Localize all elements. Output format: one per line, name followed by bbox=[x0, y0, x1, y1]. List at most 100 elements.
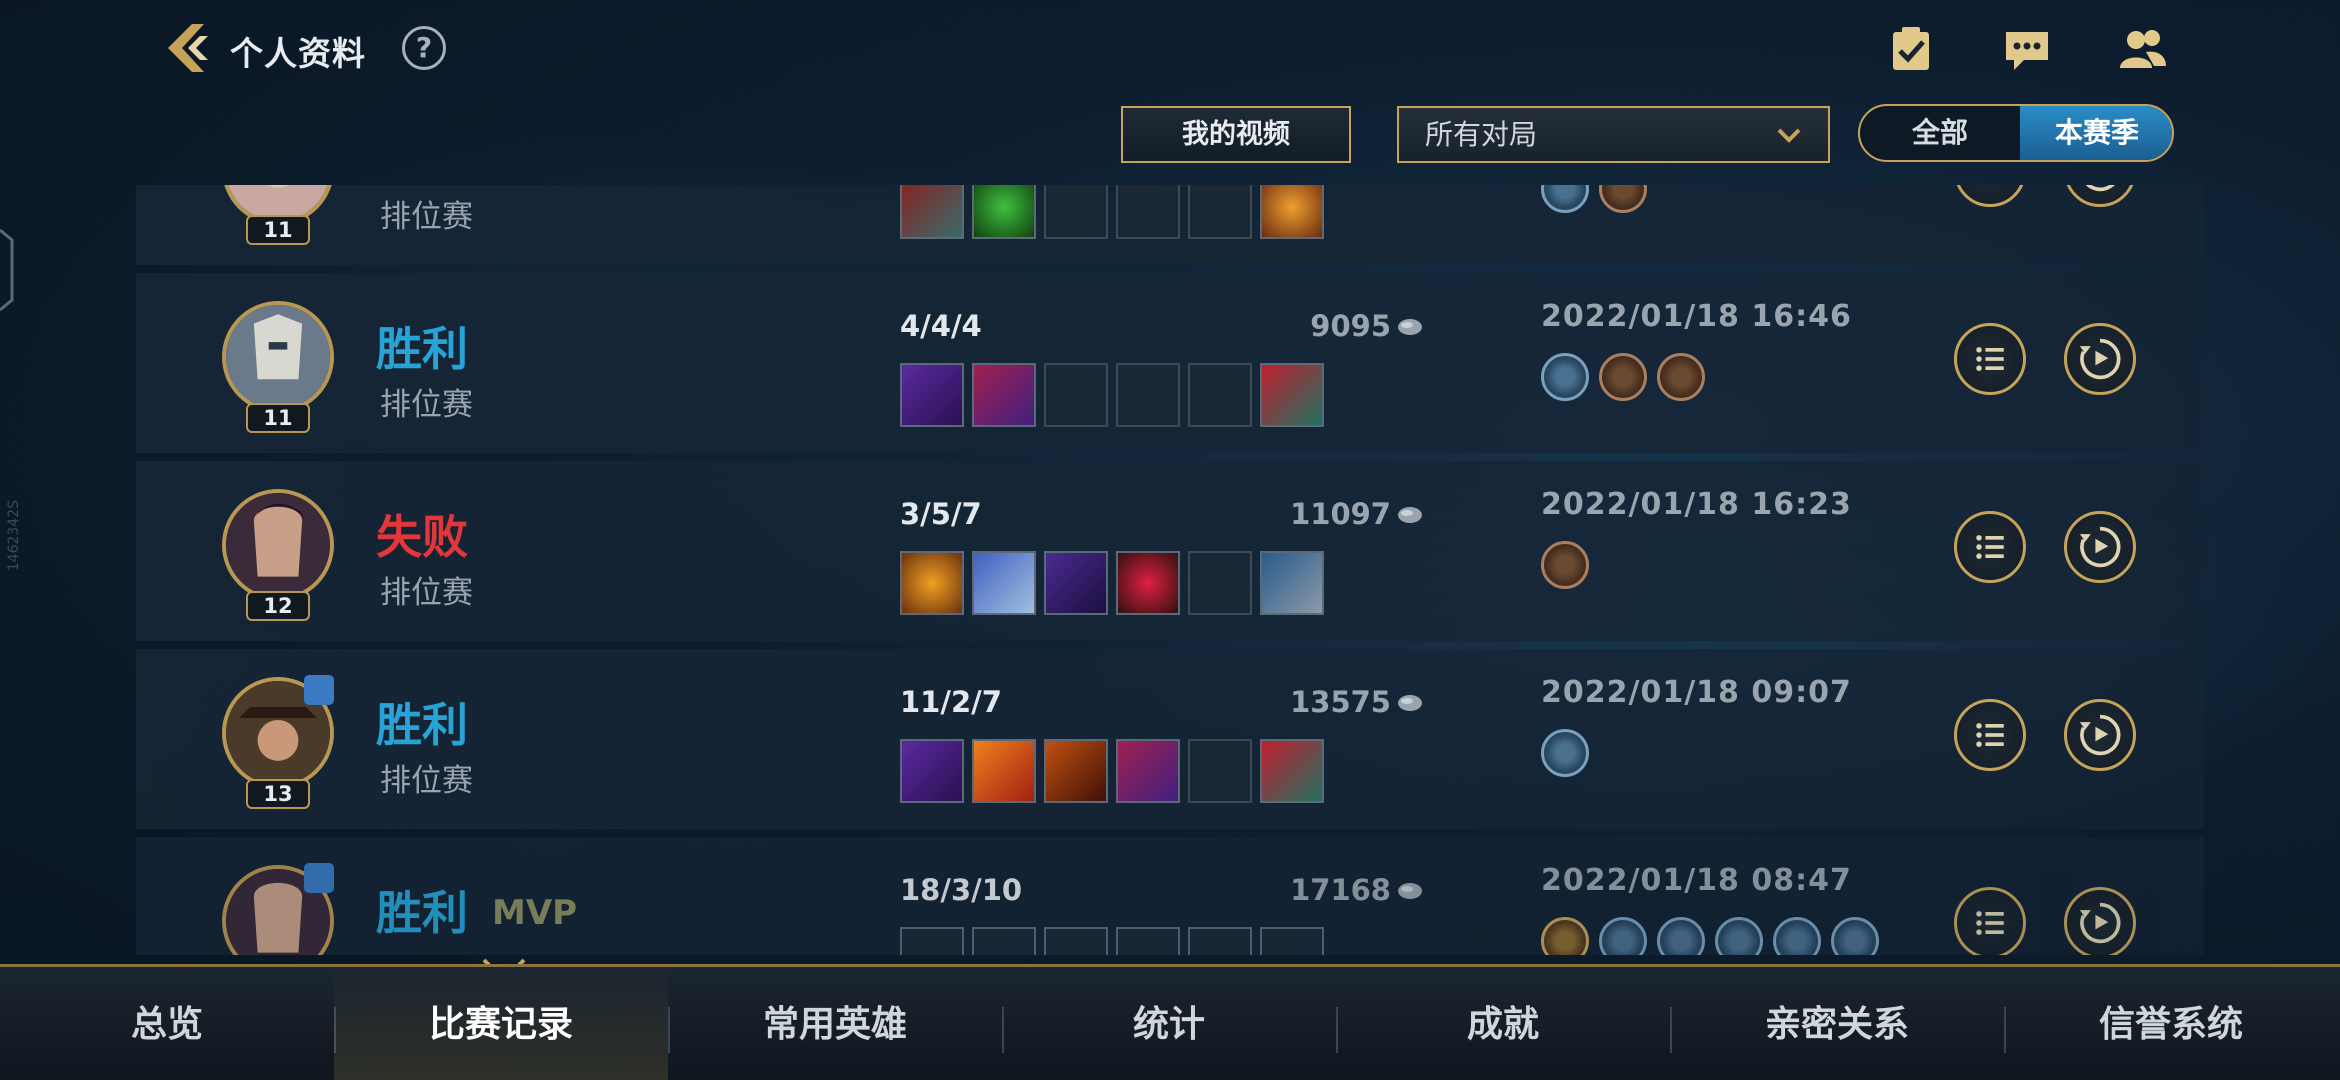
item-slot bbox=[900, 551, 964, 615]
match-detail-list-icon[interactable] bbox=[1954, 699, 2026, 771]
back-arrow-icon[interactable] bbox=[160, 20, 216, 76]
match-row[interactable]: 胜利 MVP 18/3/10 17168 2022/01/18 08:47 bbox=[136, 837, 2204, 955]
chevron-down-icon bbox=[1777, 128, 1801, 143]
match-detail-list-icon[interactable] bbox=[1954, 887, 2026, 955]
item-slot bbox=[1188, 927, 1252, 955]
play-glyph-icon bbox=[2079, 338, 2121, 380]
champion-level: 13 bbox=[246, 779, 310, 809]
item-slot-empty bbox=[1044, 185, 1108, 239]
item-slot bbox=[1116, 551, 1180, 615]
tab-honor-system[interactable]: 信誉系统 bbox=[2004, 967, 2338, 1080]
item-slot bbox=[900, 739, 964, 803]
badge-icon bbox=[1599, 353, 1647, 401]
match-history-list[interactable]: 11 失败 排位赛 11 胜利 排位赛 4/4/4 9095 bbox=[0, 185, 2340, 955]
party-icon bbox=[304, 863, 334, 893]
item-slot bbox=[900, 185, 964, 239]
tab-achievements[interactable]: 成就 bbox=[1336, 967, 1670, 1080]
badge-icon bbox=[1831, 917, 1879, 955]
play-glyph-icon bbox=[2079, 526, 2121, 568]
mvp-label: MVP bbox=[492, 893, 578, 933]
badge-icon bbox=[1541, 541, 1589, 589]
badge-icon bbox=[1773, 917, 1821, 955]
list-glyph-icon bbox=[1976, 723, 2004, 747]
match-mode: 排位赛 bbox=[380, 575, 473, 611]
help-icon[interactable]: ? bbox=[402, 26, 446, 70]
replay-play-icon[interactable] bbox=[2064, 511, 2136, 583]
trinket-slot bbox=[1260, 739, 1324, 803]
champion-level: 12 bbox=[246, 591, 310, 621]
match-date: 2022/01/18 08:47 bbox=[1541, 863, 1852, 898]
item-slot bbox=[972, 363, 1036, 427]
kda: 11/2/7 bbox=[900, 685, 1002, 719]
badge-icon bbox=[1541, 917, 1589, 955]
play-glyph-icon bbox=[2079, 902, 2121, 944]
item-slot bbox=[1044, 927, 1108, 955]
chat-icon[interactable] bbox=[2002, 24, 2052, 74]
gold-earned: 17168 bbox=[1290, 873, 1391, 907]
champion-avatar bbox=[222, 489, 334, 601]
badge-icon bbox=[1599, 185, 1647, 213]
tab-relationships[interactable]: 亲密关系 bbox=[1670, 967, 2004, 1080]
match-row[interactable]: 12 失败 排位赛 3/5/7 11097 2022/01/18 16:23 bbox=[136, 461, 2204, 641]
match-row[interactable]: 11 失败 排位赛 bbox=[136, 185, 2204, 265]
match-result: 胜利 bbox=[376, 322, 468, 376]
gold-coin-icon bbox=[1398, 695, 1422, 711]
badge-icon bbox=[1541, 353, 1589, 401]
item-slot bbox=[972, 927, 1036, 955]
header: 个人资料 ? bbox=[0, 0, 2340, 100]
replay-play-icon[interactable] bbox=[2064, 887, 2136, 955]
gold-coin-icon bbox=[1398, 883, 1422, 899]
item-slot bbox=[972, 185, 1036, 239]
match-row[interactable]: 13 胜利 排位赛 11/2/7 13575 2022/01/18 09:07 bbox=[136, 649, 2204, 829]
item-slot-empty bbox=[1188, 185, 1252, 239]
party-icon bbox=[304, 675, 334, 705]
replay-play-icon[interactable] bbox=[2064, 185, 2136, 207]
item-slot-empty bbox=[1188, 363, 1252, 427]
item-slot bbox=[900, 927, 964, 955]
badge-icon bbox=[1715, 917, 1763, 955]
champion-avatar bbox=[222, 301, 334, 413]
friends-icon[interactable] bbox=[2118, 24, 2168, 74]
tab-favorite-champions[interactable]: 常用英雄 bbox=[668, 967, 1002, 1080]
trinket-slot bbox=[1260, 551, 1324, 615]
tab-statistics[interactable]: 统计 bbox=[1002, 967, 1336, 1080]
match-mode: 排位赛 bbox=[380, 763, 473, 799]
match-result: 胜利 bbox=[376, 698, 468, 752]
gold-coin-icon bbox=[1398, 507, 1422, 523]
kda: 18/3/10 bbox=[900, 873, 1023, 907]
list-glyph-icon bbox=[1957, 185, 2023, 204]
item-slot bbox=[972, 739, 1036, 803]
match-result: 失败 bbox=[376, 510, 468, 564]
gold-earned: 9095 bbox=[1310, 309, 1391, 343]
badge-icon bbox=[1657, 353, 1705, 401]
task-checklist-icon[interactable] bbox=[1886, 24, 1936, 74]
tab-overview[interactable]: 总览 bbox=[0, 967, 334, 1080]
item-slot bbox=[900, 363, 964, 427]
trinket-slot bbox=[1260, 185, 1324, 239]
item-slot bbox=[1116, 927, 1180, 955]
match-detail-list-icon[interactable] bbox=[1954, 323, 2026, 395]
replay-play-icon[interactable] bbox=[2064, 699, 2136, 771]
gold-earned: 11097 bbox=[1290, 497, 1391, 531]
toggle-current-season-option[interactable]: 本赛季 bbox=[2020, 106, 2172, 160]
season-toggle[interactable]: 全部 本赛季 bbox=[1858, 104, 2174, 162]
match-filter-value: 所有对局 bbox=[1425, 118, 1538, 151]
play-glyph-icon bbox=[2079, 714, 2121, 756]
item-slot-empty bbox=[1044, 363, 1108, 427]
replay-play-icon[interactable] bbox=[2064, 323, 2136, 395]
match-detail-list-icon[interactable] bbox=[1954, 185, 2026, 207]
match-mode: 排位赛 bbox=[380, 387, 473, 423]
toggle-all-option[interactable]: 全部 bbox=[1860, 106, 2020, 160]
play-glyph-icon bbox=[2085, 185, 2115, 192]
match-result: 胜利 bbox=[376, 886, 468, 940]
match-filter-select[interactable]: 所有对局 bbox=[1397, 106, 1830, 163]
match-date: 2022/01/18 09:07 bbox=[1541, 675, 1852, 710]
match-row[interactable]: 11 胜利 排位赛 4/4/4 9095 2022/01/18 16:46 bbox=[136, 273, 2204, 453]
my-video-button[interactable]: 我的视频 bbox=[1121, 106, 1351, 163]
trinket-slot bbox=[1260, 927, 1324, 955]
item-slot bbox=[1044, 551, 1108, 615]
tab-match-history[interactable]: 比赛记录 bbox=[334, 967, 668, 1080]
list-glyph-icon bbox=[1976, 347, 2004, 371]
item-slot-empty bbox=[1116, 185, 1180, 239]
match-detail-list-icon[interactable] bbox=[1954, 511, 2026, 583]
